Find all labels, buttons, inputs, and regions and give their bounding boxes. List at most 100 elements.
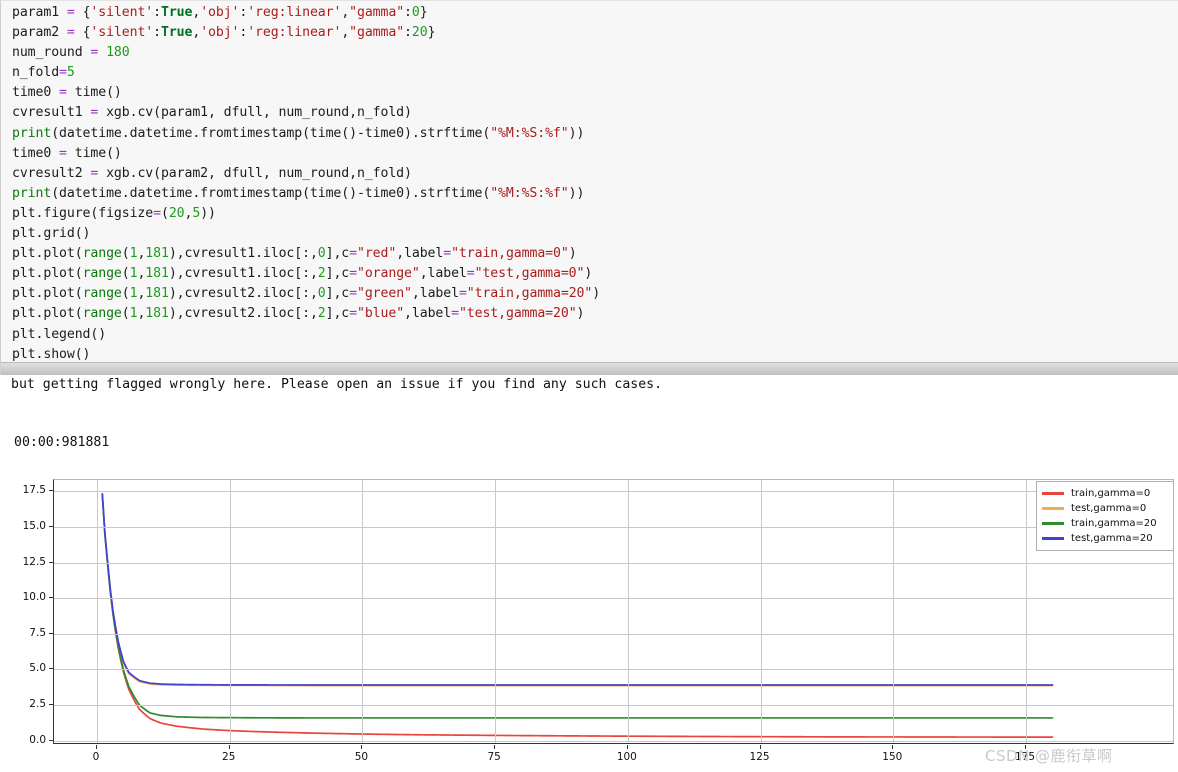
- code-token: "gamma": [349, 25, 405, 41]
- series-line: [101, 493, 1054, 739]
- code-line: plt.plot(range(1,181),cvresult1.iloc[:,2…: [12, 264, 600, 284]
- legend-color-swatch: [1042, 492, 1064, 495]
- stdout-elapsed-time: 00:00:981881: [14, 435, 110, 450]
- code-token: plt.plot(: [12, 246, 83, 262]
- gridline-vertical: [495, 480, 497, 743]
- code-token: ,label: [411, 286, 459, 302]
- code-token: (: [121, 286, 130, 302]
- code-token: (: [121, 306, 130, 322]
- legend-item: train,gamma=0: [1042, 486, 1167, 501]
- code-token: "%M:%S:%f": [490, 125, 569, 141]
- code-token: plt.plot(: [12, 306, 83, 322]
- code-token: ],c: [325, 246, 350, 262]
- code-token: time0: [12, 145, 60, 161]
- y-tick-mark: [49, 704, 53, 706]
- code-token: print: [12, 185, 52, 201]
- code-token: =: [458, 286, 467, 302]
- code-horizontal-scrollbar[interactable]: [1, 362, 1178, 375]
- y-tick-label: 0.0: [29, 733, 46, 746]
- gridline-vertical: [97, 480, 98, 743]
- code-token: plt.plot(: [12, 266, 83, 282]
- code-token: True: [160, 5, 193, 20]
- x-tick-mark: [361, 745, 363, 749]
- code-token: "blue": [357, 306, 405, 322]
- code-token: "red": [357, 246, 397, 262]
- code-token: ],c: [325, 286, 350, 302]
- code-token: n_fold: [12, 65, 60, 81]
- code-token: 181: [145, 246, 169, 262]
- y-tick-mark: [49, 632, 53, 634]
- code-token: ,: [192, 25, 201, 41]
- code-token: 'reg:linear': [247, 5, 342, 20]
- code-token: :: [153, 5, 161, 20]
- code-token: :: [404, 5, 412, 20]
- legend-item: train,gamma=20: [1042, 516, 1167, 531]
- y-tick-label: 15.0: [22, 520, 46, 533]
- code-token: True: [160, 25, 193, 41]
- gridline-horizontal: [54, 705, 1173, 707]
- code-token: 0: [317, 246, 326, 262]
- legend-color-swatch: [1042, 507, 1064, 510]
- code-token: ,label: [396, 246, 444, 262]
- code-token: 0: [411, 5, 420, 20]
- code-token: "test,gamma=20": [458, 306, 577, 322]
- code-cell: param1 = {'silent':True,'obj':'reg:linea…: [0, 0, 1178, 375]
- code-token: 2: [317, 306, 326, 322]
- code-token: 5: [66, 65, 75, 81]
- series-line: [101, 493, 1054, 687]
- code-token: 'obj': [200, 25, 240, 41]
- code-token: param2: [12, 25, 67, 41]
- legend-item: test,gamma=20: [1042, 531, 1167, 546]
- code-line: plt.legend(): [12, 325, 600, 345]
- code-token: 'silent': [90, 25, 154, 41]
- code-token: 0: [317, 286, 326, 302]
- code-line: time0 = time(): [12, 144, 600, 164]
- code-token: =: [443, 246, 452, 262]
- y-tick-label: 12.5: [22, 555, 46, 568]
- code-token: }: [419, 5, 428, 20]
- gridline-horizontal: [54, 527, 1173, 529]
- code-token: ): [576, 306, 585, 322]
- code-line: param1 = {'silent':True,'obj':'reg:linea…: [12, 3, 600, 23]
- y-tick-label: 17.5: [22, 484, 46, 497]
- x-tick-mark: [759, 745, 761, 749]
- code-token: "%M:%S:%f": [490, 185, 569, 201]
- code-token: param1: [12, 5, 67, 20]
- code-line: plt.grid(): [12, 224, 600, 244]
- x-tick-mark: [892, 745, 894, 749]
- y-tick-mark: [49, 668, 53, 670]
- legend-item: test,gamma=0: [1042, 501, 1167, 516]
- code-token: range: [82, 266, 122, 282]
- x-tick-label: 100: [616, 751, 637, 763]
- code-token: xgb.cv(param2, dfull, num_round,n_fold): [98, 165, 412, 181]
- code-token: ,: [192, 5, 201, 20]
- code-line: print(datetime.datetime.fromtimestamp(ti…: [12, 184, 600, 204]
- chart-legend: train,gamma=0 test,gamma=0 train,gamma=20 t…: [1036, 481, 1174, 551]
- matplotlib-figure: 0.0 2.5 5.0 7.5 10.0 12.5 15.0 17.5 0 25 50 75 100 12…: [0, 462, 1178, 772]
- x-tick-mark: [626, 745, 628, 749]
- x-tick-label: 25: [222, 751, 236, 763]
- code-token: ],c: [325, 266, 350, 282]
- code-token: 181: [145, 286, 169, 302]
- code-token: cvresult1: [12, 105, 91, 121]
- code-token: plt.plot(: [12, 286, 83, 302]
- x-tick-mark: [96, 745, 97, 749]
- code-token: ,label: [419, 266, 467, 282]
- gridline-vertical: [1026, 480, 1027, 743]
- y-tick-label: 10.0: [22, 591, 46, 604]
- code-token: cvresult2: [12, 165, 91, 181]
- code-token: (: [121, 246, 130, 262]
- code-token: =: [66, 25, 75, 41]
- code-line: time0 = time(): [12, 83, 600, 103]
- code-token: )): [200, 205, 216, 221]
- gridline-horizontal: [54, 598, 1173, 600]
- code-token: plt.show(): [12, 346, 91, 362]
- code-line: num_round = 180: [12, 43, 600, 63]
- code-token: ,label: [404, 306, 452, 322]
- code-token: (: [160, 205, 169, 221]
- y-tick-mark: [49, 739, 53, 741]
- code-token: 2: [317, 266, 326, 282]
- code-source[interactable]: param1 = {'silent':True,'obj':'reg:linea…: [12, 3, 600, 365]
- code-token: ): [584, 266, 593, 282]
- x-tick-label: 125: [749, 751, 770, 763]
